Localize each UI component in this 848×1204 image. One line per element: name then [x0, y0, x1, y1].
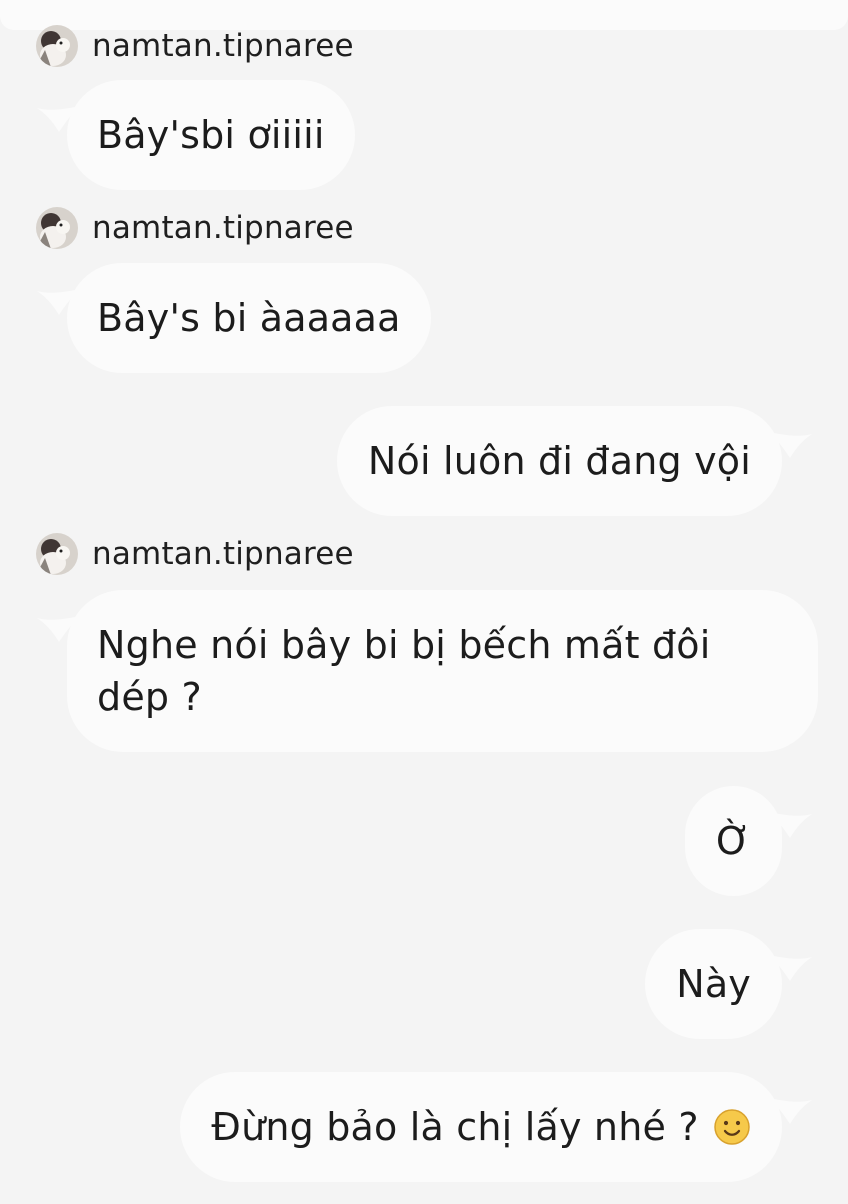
sender-name: namtan.tipnaree	[92, 535, 354, 572]
bubble-tail	[768, 1098, 812, 1124]
bubble-tail	[768, 955, 812, 981]
avatar[interactable]	[36, 533, 78, 575]
message-right-3[interactable]: Này	[645, 929, 812, 1039]
message-left-1[interactable]: Bây'sbi ơiiiii	[37, 80, 355, 190]
message-bubble[interactable]: Này	[645, 929, 812, 1039]
avatar-image	[36, 25, 78, 67]
message-text: Đừng bảo là chị lấy nhé ?	[211, 1105, 699, 1149]
sender-name: namtan.tipnaree	[92, 27, 354, 64]
message-text: Nói luôn đi đang vội	[367, 439, 751, 483]
bubble-tail	[37, 106, 81, 132]
bubble-tail	[768, 812, 812, 838]
sender-name: namtan.tipnaree	[92, 209, 354, 246]
message-bubble[interactable]: Bây'sbi ơiiiii	[37, 80, 355, 190]
message-text: Nghe nói bây bi bị bếch mất đôi dép ?	[97, 623, 711, 719]
bubble-tail	[768, 432, 812, 458]
message-bubble[interactable]: Bây's bi àaaaaa	[37, 263, 431, 373]
message-text: Bây'sbi ơiiiii	[97, 113, 325, 157]
message-left-3[interactable]: Nghe nói bây bi bị bếch mất đôi dép ?	[37, 590, 818, 752]
message-text: Này	[676, 962, 751, 1006]
message-bubble[interactable]: Ờ	[685, 786, 812, 896]
message-sender: namtan.tipnaree	[36, 206, 354, 250]
message-sender: namtan.tipnaree	[36, 24, 354, 68]
bubble-tail	[37, 289, 81, 315]
message-bubble[interactable]: Nói luôn đi đang vội	[336, 406, 812, 516]
message-bubble[interactable]: Nghe nói bây bi bị bếch mất đôi dép ?	[37, 590, 818, 752]
message-text: Ờ	[716, 819, 751, 863]
message-text: Bây's bi àaaaaa	[97, 296, 401, 340]
message-right-1[interactable]: Nói luôn đi đang vội	[336, 406, 812, 516]
message-bubble[interactable]: Đừng bảo là chị lấy nhé ?	[180, 1072, 812, 1182]
message-left-2[interactable]: Bây's bi àaaaaa	[37, 263, 431, 373]
avatar[interactable]	[36, 25, 78, 67]
avatar-image	[36, 533, 78, 575]
avatar-image	[36, 207, 78, 249]
message-right-4[interactable]: Đừng bảo là chị lấy nhé ?	[180, 1072, 812, 1182]
message-right-2[interactable]: Ờ	[685, 786, 812, 896]
slightly-smiling-face-icon	[713, 1108, 751, 1146]
bubble-tail	[37, 616, 81, 642]
avatar[interactable]	[36, 207, 78, 249]
message-sender: namtan.tipnaree	[36, 532, 354, 576]
